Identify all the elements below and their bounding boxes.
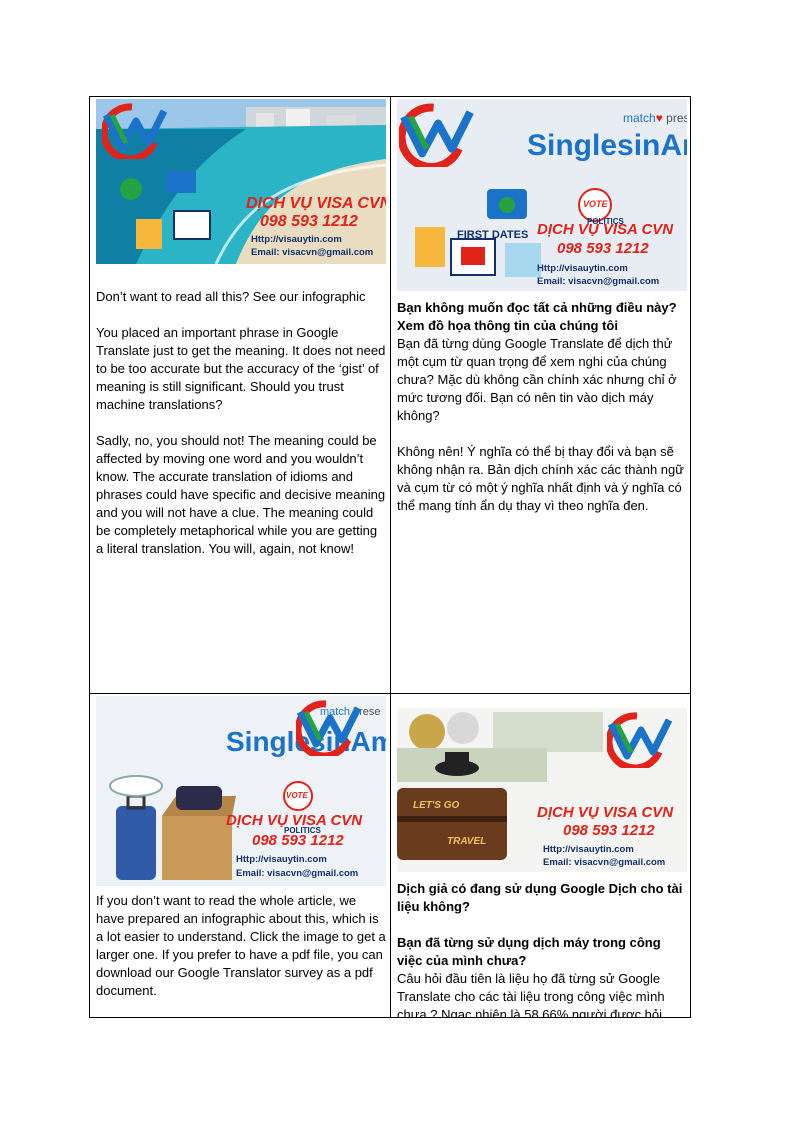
ad-phone: 098 593 1212 [563,822,655,839]
section-heading: Dịch giả có đang sử dụng Google Dịch cho… [397,881,683,914]
paragraph: If you don’t want to read the whole arti… [96,893,386,998]
beach-ad-image: DỊCH VỤ VISA CVN 098 593 1212 Http://vis… [96,99,386,264]
ad-phone: 098 593 1212 [557,240,649,257]
paragraph: You placed an important phrase in Google… [96,325,386,412]
cvn-logo-icon [399,103,475,167]
travel-label: TRAVEL [447,836,487,847]
section-heading: Bạn đã từng sử dụng dịch máy trong công … [397,935,661,968]
ad-email: Email: visacvn@gmail.com [251,247,374,258]
cell-text: Don’t want to read all this? See our inf… [96,288,386,558]
cvn-logo-icon [102,103,168,159]
ad-website: Http://visauytin.com [537,263,628,274]
cell-text: Bạn không muốn đọc tất cả những điều này… [397,299,687,515]
first-dates-label: FIRST DATES [457,229,529,241]
luggage-illustration [109,775,236,880]
document-table: DỊCH VỤ VISA CVN 098 593 1212 Http://vis… [89,96,691,1018]
paragraph: Câu hỏi đầu tiên là liệu họ đã từng sử G… [397,971,665,1018]
travel-ad-image: LET'S GO TRAVEL DỊCH VỤ VISA CVN 098 593… [397,708,687,872]
ad-email: Email: visacvn@gmail.com [537,276,660,287]
ad-email: Email: visacvn@gmail.com [236,868,359,879]
cvn-logo-icon [296,700,362,756]
ad-website: Http://visauytin.com [543,844,634,855]
cell-top-right: match♥ prese SinglesinAm FIRST DATES VOT… [397,97,687,693]
paragraph: Không nên! Ý nghĩa có thể bị thay đổi và… [397,444,684,513]
paragraph: Don’t want to read all this? See our inf… [96,289,366,304]
cell-bottom-left: SinglesinAm match prese VOTE DỊCH VỤ VIS… [96,694,386,1018]
politics-label: POLITICS [587,217,624,226]
cvn-logo-icon [607,712,673,768]
lets-go-label: LET'S GO [413,800,460,811]
cell-text: If you don’t want to read the whole arti… [96,892,386,1000]
paragraph: Bạn đã từng dùng Google Translate để dịc… [397,336,677,423]
vote-label: VOTE [583,199,608,209]
vote-label: VOTE [286,791,308,800]
section-heading: Bạn không muốn đọc tất cả những điều này… [397,300,677,333]
singles-brand: SinglesinAm [527,129,687,162]
match-brand: match♥ prese [623,111,687,125]
ad-website: Http://visauytin.com [251,234,342,245]
ad-website: Http://visauytin.com [236,854,327,865]
ad-service-title: DỊCH VỤ VISA CVN [246,195,386,212]
paragraph: Sadly, no, you should not! The meaning c… [96,433,386,556]
table-divider-vertical [390,97,391,1017]
ad-service-title: DỊCH VỤ VISA CVN [537,804,674,821]
ad-email: Email: visacvn@gmail.com [543,857,666,868]
singles-ad-image: match♥ prese SinglesinAm FIRST DATES VOT… [397,99,687,291]
cell-text: Dịch giả có đang sử dụng Google Dịch cho… [397,880,687,1018]
cell-top-left: DỊCH VỤ VISA CVN 098 593 1212 Http://vis… [96,97,386,693]
ad-phone: 098 593 1212 [252,832,344,849]
luggage-ad-image: SinglesinAm match prese VOTE DỊCH VỤ VIS… [96,696,386,886]
cell-bottom-right: LET'S GO TRAVEL DỊCH VỤ VISA CVN 098 593… [397,694,687,1018]
ad-phone: 098 593 1212 [260,213,358,230]
